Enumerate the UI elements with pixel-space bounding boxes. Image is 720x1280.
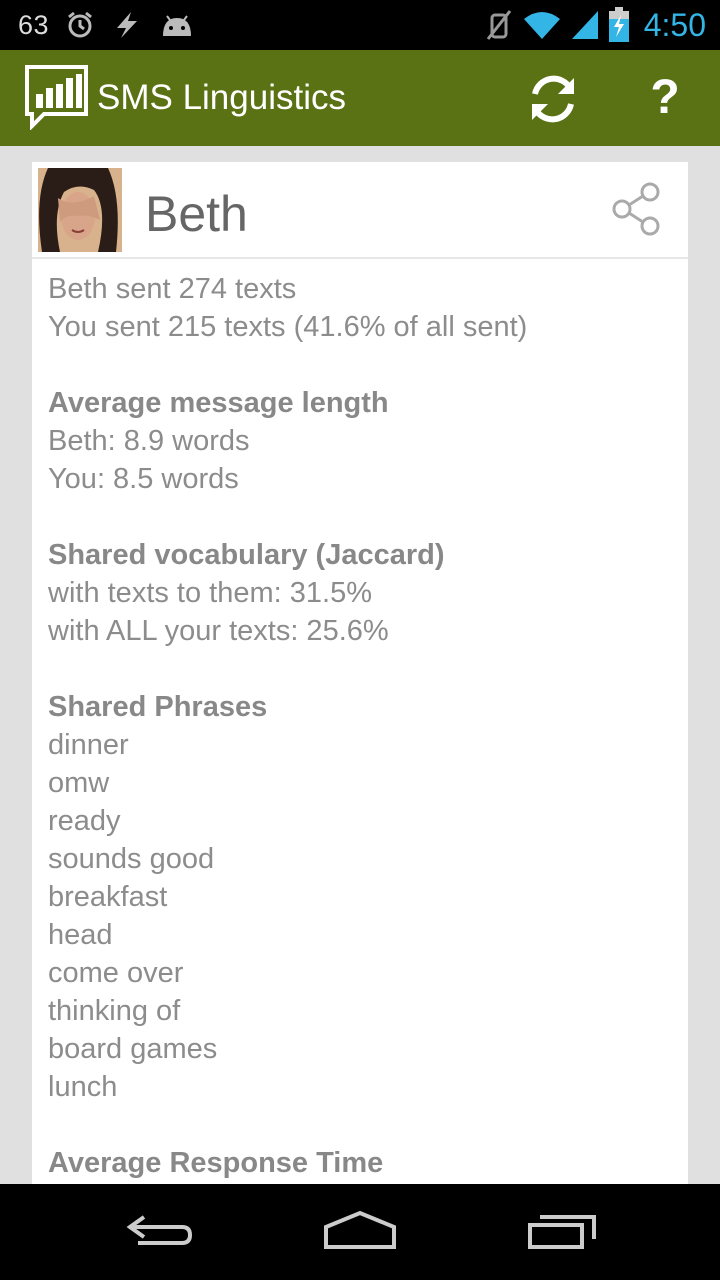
texts-summary: Beth sent 274 texts You sent 215 texts (… bbox=[48, 270, 688, 346]
contact-sent-count: Beth sent 274 texts bbox=[48, 273, 297, 305]
back-button[interactable] bbox=[124, 1206, 196, 1256]
action-bar: SMS Linguistics ? bbox=[0, 50, 720, 146]
mute-icon bbox=[484, 9, 514, 41]
vocabulary-to-them: with texts to them: 31.5% bbox=[48, 577, 372, 609]
app-title: SMS Linguistics bbox=[97, 78, 346, 117]
vocabulary-title: Shared vocabulary (Jaccard) bbox=[48, 539, 445, 571]
share-button[interactable] bbox=[610, 182, 664, 236]
signal-icon bbox=[570, 9, 600, 41]
avg-length-you: You: 8.5 words bbox=[48, 463, 239, 495]
phrase-item: come over bbox=[48, 957, 184, 989]
vocabulary-all: with ALL your texts: 25.6% bbox=[48, 615, 389, 647]
phrase-item: dinner bbox=[48, 729, 129, 761]
phrase-item: head bbox=[48, 919, 113, 951]
phrase-item: breakfast bbox=[48, 881, 168, 913]
home-icon bbox=[324, 1210, 396, 1249]
contact-name: Beth bbox=[145, 186, 248, 242]
notification-count: 63 bbox=[18, 9, 50, 40]
recents-button[interactable] bbox=[526, 1206, 598, 1256]
phrase-item: sounds good bbox=[48, 843, 215, 875]
recents-icon bbox=[528, 1215, 596, 1249]
refresh-button[interactable] bbox=[526, 72, 580, 126]
response-time-title: Average Response Time bbox=[48, 1147, 384, 1179]
refresh-icon bbox=[532, 75, 574, 123]
phrase-item: ready bbox=[48, 805, 121, 837]
contact-stats-card: Beth Beth sent 274 texts You sent 215 te… bbox=[32, 162, 688, 1192]
avatar[interactable] bbox=[38, 168, 122, 252]
flash-icon bbox=[111, 10, 143, 40]
alarm-icon bbox=[65, 10, 95, 40]
avg-length-contact: Beth: 8.9 words bbox=[48, 425, 250, 457]
status-bar: 63 4:50 bbox=[0, 0, 720, 50]
response-time-section: Average Response Time bbox=[48, 1144, 688, 1182]
vocabulary-section: Shared vocabulary (Jaccard) with texts t… bbox=[48, 536, 688, 650]
wifi-icon bbox=[522, 9, 562, 41]
phrase-item: board games bbox=[48, 1033, 218, 1065]
navigation-bar bbox=[0, 1184, 720, 1280]
phrase-item: omw bbox=[48, 767, 110, 799]
home-button[interactable] bbox=[322, 1206, 398, 1256]
android-icon bbox=[159, 12, 195, 38]
share-icon bbox=[612, 182, 660, 236]
phrase-item: lunch bbox=[48, 1071, 118, 1103]
battery-charging-icon bbox=[608, 7, 630, 43]
back-icon bbox=[126, 1215, 193, 1245]
phrases-section: Shared Phrases dinner omw ready sounds g… bbox=[48, 688, 688, 1106]
help-button[interactable]: ? bbox=[640, 70, 690, 126]
avg-length-section: Average message length Beth: 8.9 words Y… bbox=[48, 384, 688, 498]
phrases-title: Shared Phrases bbox=[48, 691, 268, 723]
card-header: Beth bbox=[32, 162, 688, 259]
clock: 4:50 bbox=[643, 6, 706, 43]
stats-body: Beth sent 274 texts You sent 215 texts (… bbox=[32, 259, 688, 1182]
phrase-item: thinking of bbox=[48, 995, 181, 1027]
avg-length-title: Average message length bbox=[48, 387, 389, 419]
you-sent-count: You sent 215 texts (41.6% of all sent) bbox=[48, 311, 528, 343]
app-logo-icon[interactable] bbox=[24, 64, 90, 135]
